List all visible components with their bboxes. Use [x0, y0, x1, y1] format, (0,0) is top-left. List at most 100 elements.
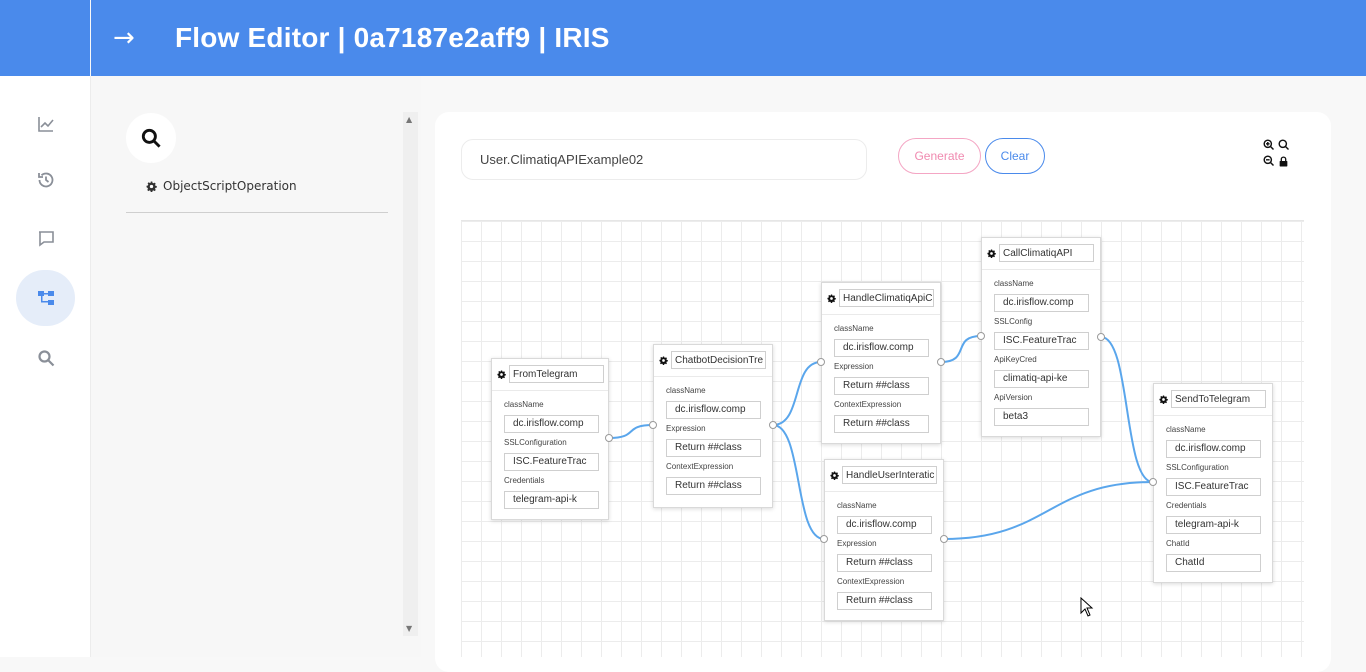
flow-node-n4[interactable]: className SSLConfig ApiKeyCred ApiVersion	[981, 237, 1101, 437]
flow-link[interactable]	[940, 335, 982, 363]
field-input[interactable]	[504, 414, 599, 433]
field-input[interactable]	[837, 591, 932, 610]
flow-canvas[interactable]: classNameSSLConfigurationCredentialsclas…	[461, 220, 1304, 657]
zoom-controls	[1261, 139, 1291, 167]
field-label: ChatId	[1166, 539, 1190, 548]
node-body: className Expression ContextExpression	[822, 314, 940, 433]
node-header	[827, 289, 934, 307]
field-label: ApiVersion	[994, 393, 1033, 402]
node-field: className	[834, 324, 929, 357]
generate-button[interactable]: Generate	[898, 138, 981, 174]
field-input[interactable]	[666, 438, 761, 457]
field-label: className	[1166, 425, 1206, 434]
field-input[interactable]	[834, 414, 929, 433]
flow-link[interactable]	[772, 424, 825, 540]
node-header	[1159, 390, 1266, 408]
node-body: className SSLConfiguration Credentials	[492, 390, 608, 509]
scroll-up-icon[interactable]: ▲	[406, 115, 412, 124]
flow-link[interactable]	[608, 424, 654, 439]
field-input[interactable]	[1166, 515, 1261, 534]
node-name-input[interactable]	[839, 289, 934, 307]
node-header	[497, 365, 604, 383]
node-field: ContextExpression	[666, 462, 761, 495]
node-name-input[interactable]	[1171, 390, 1266, 408]
field-input[interactable]	[1166, 477, 1261, 496]
field-label: SSLConfiguration	[1166, 463, 1229, 472]
field-input[interactable]	[994, 331, 1089, 350]
sidebar-item-flow[interactable]	[16, 270, 75, 326]
node-field: ContextExpression	[837, 577, 932, 610]
field-label: className	[837, 501, 877, 510]
sidebar-item-history[interactable]	[16, 152, 75, 208]
node-field: Expression	[666, 424, 761, 457]
field-label: Expression	[834, 362, 874, 371]
field-input[interactable]	[837, 515, 932, 534]
node-field: className	[994, 279, 1089, 312]
field-input[interactable]	[504, 452, 599, 471]
sidebar-item-search[interactable]	[16, 330, 75, 386]
zoom-reset-icon[interactable]	[1276, 139, 1291, 151]
page-title: Flow Editor | 0a7187e2aff9 | IRIS	[175, 22, 610, 53]
node-name-input[interactable]	[509, 365, 604, 383]
field-input[interactable]	[666, 476, 761, 495]
flow-link[interactable]	[772, 361, 822, 426]
node-name-input[interactable]	[842, 466, 937, 484]
node-header	[659, 351, 766, 369]
field-input[interactable]	[1166, 439, 1261, 458]
field-input[interactable]	[834, 376, 929, 395]
field-label: className	[834, 324, 874, 333]
flow-node-n3[interactable]: className Expression ContextExpression	[821, 282, 941, 444]
field-input[interactable]	[994, 407, 1089, 426]
palette-search-button[interactable]	[126, 113, 176, 163]
node-port[interactable]	[649, 421, 657, 429]
mouse-cursor-icon	[1080, 597, 1094, 617]
node-name-input[interactable]	[671, 351, 766, 369]
zoom-out-icon[interactable]	[1261, 155, 1276, 167]
field-input[interactable]	[504, 490, 599, 509]
clear-button[interactable]: Clear	[985, 138, 1045, 174]
flow-node-n6[interactable]: className SSLConfiguration Credentials Chat…	[1153, 383, 1273, 583]
node-port[interactable]	[977, 332, 985, 340]
chat-icon	[38, 231, 54, 247]
gear-icon	[1159, 394, 1168, 404]
palette-item-label: ObjectScriptOperation	[163, 179, 297, 193]
scroll-down-icon[interactable]: ▼	[406, 624, 412, 633]
field-input[interactable]	[837, 553, 932, 572]
node-field: ApiKeyCred	[994, 355, 1089, 388]
flow-link[interactable]	[943, 481, 1154, 540]
node-field: ContextExpression	[834, 400, 929, 433]
field-input[interactable]	[666, 400, 761, 419]
zoom-in-icon[interactable]	[1261, 139, 1276, 151]
lock-icon[interactable]	[1276, 155, 1291, 167]
flow-node-n2[interactable]: className Expression ContextExpression	[653, 344, 773, 508]
node-port[interactable]	[820, 535, 828, 543]
search-icon	[141, 128, 161, 148]
field-input[interactable]	[994, 369, 1089, 388]
node-port[interactable]	[937, 358, 945, 366]
node-port[interactable]	[1149, 478, 1157, 486]
field-input[interactable]	[994, 293, 1089, 312]
flow-name-input[interactable]	[461, 139, 867, 180]
sidebar-item-chart[interactable]	[16, 96, 75, 152]
node-body: className Expression ContextExpression	[654, 376, 772, 495]
field-input[interactable]	[1166, 553, 1261, 572]
flow-node-n5[interactable]: className Expression ContextExpression	[824, 459, 944, 621]
palette-scrollbar[interactable]: ▲ ▼	[403, 112, 418, 636]
flow-link[interactable]	[1100, 336, 1154, 483]
node-port[interactable]	[605, 434, 613, 442]
palette-item-objectscriptoperation[interactable]: ObjectScriptOperation	[146, 179, 297, 193]
node-port[interactable]	[817, 358, 825, 366]
field-input[interactable]	[834, 338, 929, 357]
node-port[interactable]	[1097, 333, 1105, 341]
node-body: className SSLConfig ApiKeyCred ApiVersion	[982, 269, 1100, 426]
node-name-input[interactable]	[999, 244, 1094, 262]
sidebar-item-chat[interactable]	[16, 211, 75, 267]
flow-node-n1[interactable]: className SSLConfiguration Credentials	[491, 358, 609, 520]
node-field: Credentials	[504, 476, 599, 509]
chart-line-icon	[37, 117, 54, 132]
node-port[interactable]	[940, 535, 948, 543]
gear-icon	[146, 181, 157, 192]
node-port[interactable]	[769, 421, 777, 429]
node-field: Credentials	[1166, 501, 1261, 534]
arrow-right-icon[interactable]: →	[113, 23, 153, 53]
